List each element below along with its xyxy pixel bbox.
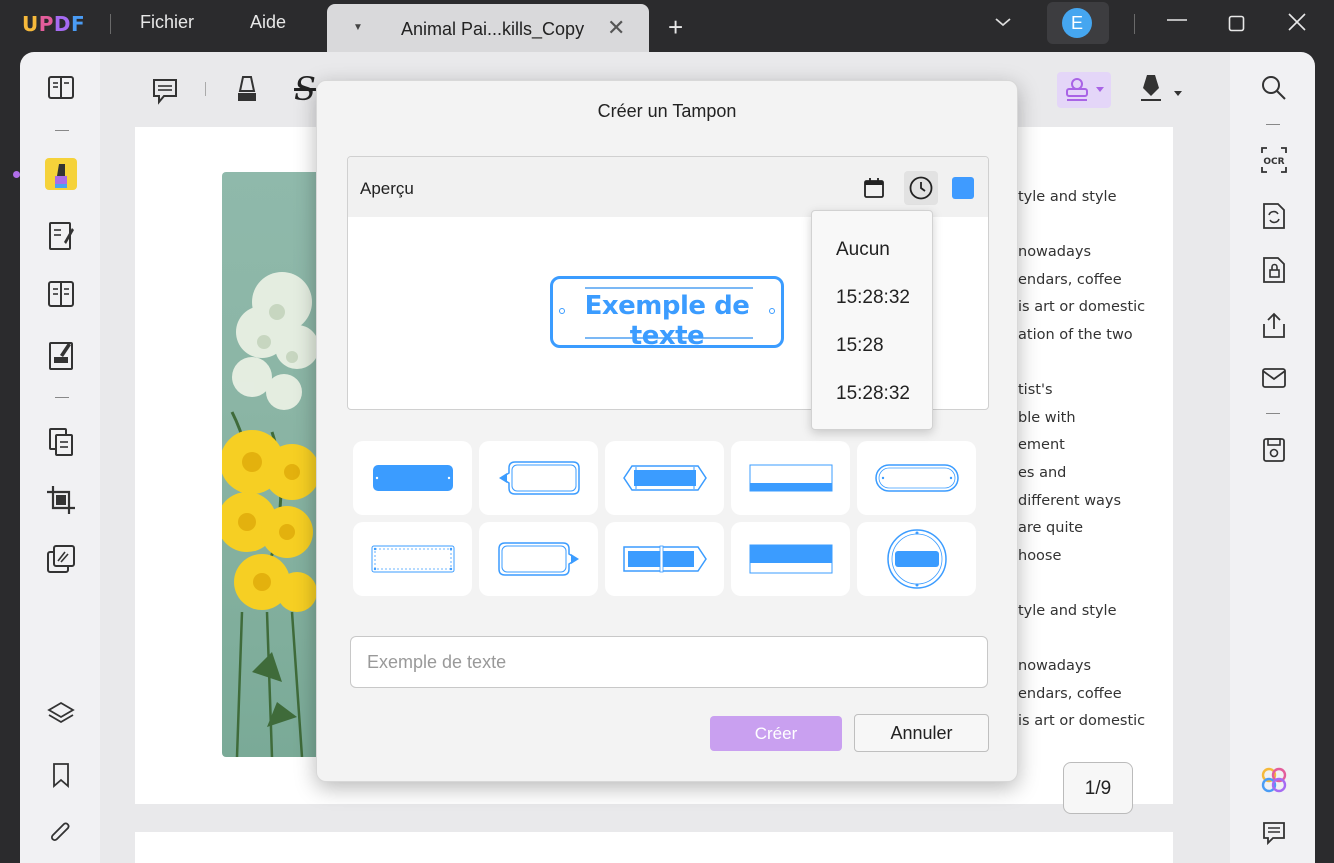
doc-line: is art or domestic xyxy=(1018,299,1146,315)
comment-icon[interactable] xyxy=(148,74,182,108)
signature-icon[interactable] xyxy=(1135,72,1169,106)
flower-photo xyxy=(222,172,322,757)
page-layout-icon[interactable] xyxy=(43,276,79,312)
attachment-icon[interactable] xyxy=(43,816,79,852)
updf-logo: UPDF xyxy=(22,12,86,36)
stamp-style-banner-bar[interactable] xyxy=(731,441,850,515)
doc-line: different ways xyxy=(1018,493,1122,509)
comments-panel-icon[interactable] xyxy=(1256,815,1292,851)
doc-line: ble with xyxy=(1018,410,1076,426)
menu-help[interactable]: Aide xyxy=(250,12,286,33)
time-option-hms[interactable]: 15:28:32 xyxy=(836,287,910,309)
crop-icon[interactable] xyxy=(43,482,79,518)
search-icon[interactable] xyxy=(1256,70,1292,106)
stamp-style-arrow-tag[interactable] xyxy=(605,522,724,596)
tab-title: Animal Pai...kills_Copy xyxy=(401,19,585,39)
edit-pdf-icon[interactable] xyxy=(43,218,79,254)
dialog-title: Créer un Tampon xyxy=(597,101,737,121)
divider xyxy=(205,82,206,96)
doc-line: endars, coffee xyxy=(1018,686,1122,702)
save-icon[interactable] xyxy=(1256,432,1292,468)
stamp-style-bubble-right[interactable] xyxy=(479,522,598,596)
close-tab-icon[interactable]: ✕ xyxy=(607,15,625,41)
chevron-down-icon[interactable] xyxy=(1173,85,1183,103)
stamp-style-outline-rounded[interactable] xyxy=(857,441,976,515)
cancel-button[interactable]: Annuler xyxy=(854,714,989,752)
reader-mode-icon[interactable] xyxy=(43,70,79,106)
color-picker-swatch[interactable] xyxy=(952,177,974,199)
chevron-down-icon[interactable] xyxy=(994,12,1012,33)
doc-line: hoose xyxy=(1018,548,1062,564)
layers-icon[interactable] xyxy=(43,696,79,732)
ocr-icon[interactable]: OCR xyxy=(1256,142,1292,178)
menu-file[interactable]: Fichier xyxy=(140,12,194,33)
doc-line: tist's xyxy=(1018,382,1053,398)
time-format-dropdown: Aucun 15:28:32 15:28 15:28:32 xyxy=(811,210,933,430)
doc-line: tyle and style xyxy=(1018,603,1117,619)
comment-mode-icon[interactable] xyxy=(43,156,79,192)
doc-line: nowadays xyxy=(1018,658,1092,674)
doc-line: es and xyxy=(1018,465,1067,481)
doc-line: ation of the two xyxy=(1018,327,1133,343)
stamp-line-top xyxy=(585,287,753,289)
active-indicator xyxy=(13,171,20,178)
preview-header: Aperçu xyxy=(348,157,988,217)
document-tab[interactable]: ▼ Animal Pai...kills_Copy ✕ xyxy=(327,4,649,52)
stamp-style-solid-rect[interactable] xyxy=(353,441,472,515)
tab-dropdown-icon[interactable]: ▼ xyxy=(353,22,363,33)
create-stamp-dialog: Créer un Tampon Aperçu Exemple de texte xyxy=(316,80,1018,782)
clock-icon[interactable] xyxy=(904,171,938,205)
doc-line: is art or domestic xyxy=(1018,713,1146,729)
stamp-style-grid xyxy=(353,441,979,597)
ai-assistant-icon[interactable] xyxy=(1256,762,1292,798)
close-window-icon[interactable] xyxy=(1287,12,1307,38)
time-option-hm[interactable]: 15:28 xyxy=(836,335,884,357)
share-icon[interactable] xyxy=(1256,307,1292,343)
organize-pages-icon[interactable] xyxy=(43,424,79,460)
stamp-style-bubble-left[interactable] xyxy=(479,441,598,515)
stamp-style-tag-ends[interactable] xyxy=(605,441,724,515)
page-indicator[interactable]: 1/9 xyxy=(1063,762,1133,814)
stamp-tool-button[interactable] xyxy=(1057,72,1111,108)
minimize-icon[interactable] xyxy=(1166,6,1188,34)
divider xyxy=(1134,14,1135,34)
preview-label: Aperçu xyxy=(360,179,414,198)
time-option-none[interactable]: Aucun xyxy=(836,239,890,261)
account-button[interactable]: E xyxy=(1047,2,1109,44)
stamp-style-double-bar[interactable] xyxy=(731,522,850,596)
doc-line: ement xyxy=(1018,437,1065,453)
highlighter-icon[interactable] xyxy=(230,72,264,106)
maximize-icon[interactable] xyxy=(1228,13,1246,39)
divider xyxy=(55,397,69,398)
fill-sign-icon[interactable] xyxy=(43,337,79,373)
create-button[interactable]: Créer xyxy=(710,716,842,751)
divider xyxy=(1266,124,1280,125)
title-bar: UPDF Fichier Aide ▼ Animal Pai...kills_C… xyxy=(0,0,1334,52)
watermark-icon[interactable] xyxy=(43,541,79,577)
stamp-text-input[interactable]: Exemple de texte xyxy=(350,636,988,688)
avatar: E xyxy=(1062,8,1092,38)
stamp-style-circle-seal[interactable] xyxy=(857,522,976,596)
stamp-preview-text: Exemple de texte xyxy=(584,291,750,351)
doc-line: are quite xyxy=(1018,520,1084,536)
time-option-hms-alt[interactable]: 15:28:32 xyxy=(836,383,910,405)
svg-text:OCR: OCR xyxy=(1263,157,1284,167)
protect-icon[interactable] xyxy=(1256,252,1292,288)
email-icon[interactable] xyxy=(1256,360,1292,396)
bookmark-icon[interactable] xyxy=(43,757,79,793)
divider xyxy=(110,14,111,34)
doc-line: nowadays xyxy=(1018,244,1092,260)
doc-line: tyle and style xyxy=(1018,189,1117,205)
stamp-style-dotted-rect[interactable] xyxy=(353,522,472,596)
pdf-page-next xyxy=(135,832,1173,863)
new-tab-icon[interactable]: + xyxy=(668,12,683,43)
stamp-preview: Exemple de texte xyxy=(550,276,784,351)
divider xyxy=(1266,413,1280,414)
convert-icon[interactable] xyxy=(1256,198,1292,234)
divider xyxy=(55,130,69,131)
chevron-down-icon xyxy=(1096,87,1104,92)
stamp-icon xyxy=(1066,78,1088,101)
calendar-icon[interactable] xyxy=(857,171,891,205)
doc-line: endars, coffee xyxy=(1018,272,1122,288)
